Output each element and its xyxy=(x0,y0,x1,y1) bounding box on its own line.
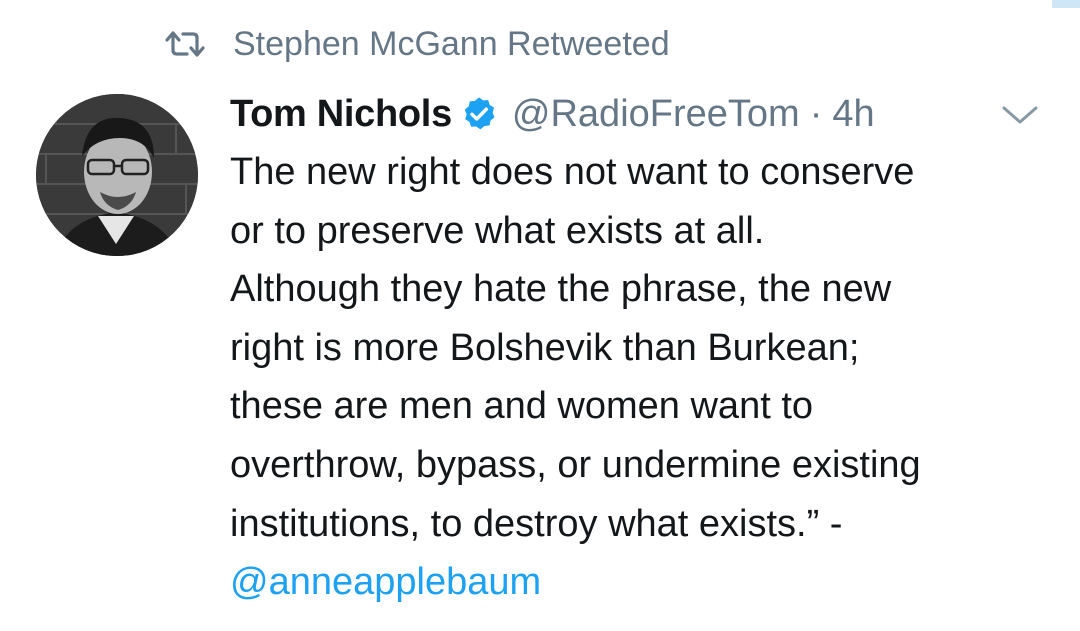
author-name[interactable]: Tom Nichols xyxy=(230,93,452,136)
tweet-text-line: right is more Bolshevik than Burkean; xyxy=(230,326,860,369)
avatar[interactable] xyxy=(36,94,198,256)
chevron-down-icon[interactable] xyxy=(1000,98,1040,132)
retweet-context[interactable]: Stephen McGann Retweeted xyxy=(165,22,670,66)
tweet-text-line: Although they hate the phrase, the new xyxy=(230,268,892,311)
retweet-icon xyxy=(165,28,205,60)
status-bar-accent xyxy=(1052,0,1080,8)
author-handle[interactable]: @RadioFreeTom xyxy=(512,93,800,136)
separator-dot: · xyxy=(809,92,823,135)
tweet-text-line: institutions, to destroy what exists.” - xyxy=(230,502,843,545)
tweet-text-line: or to preserve what exists at all. xyxy=(230,209,765,252)
verified-badge-icon xyxy=(460,95,498,133)
tweet-card[interactable]: Stephen McGann Retweeted Tom Nichols @Ra… xyxy=(0,0,1080,631)
mention-link[interactable]: @anneapplebaum xyxy=(230,553,1060,612)
tweet-text-line: overthrow, bypass, or undermine existing xyxy=(230,443,921,486)
tweet-timestamp[interactable]: 4h xyxy=(832,93,874,136)
tweet-text-line: these are men and women want to xyxy=(230,385,814,428)
tweet-body: The new right does not want to conserve … xyxy=(230,143,1060,612)
retweet-label: Stephen McGann Retweeted xyxy=(233,24,670,63)
tweet-text-line: The new right does not want to conserve xyxy=(230,151,915,193)
tweet-header: Tom Nichols @RadioFreeTom · 4h xyxy=(230,88,1060,140)
